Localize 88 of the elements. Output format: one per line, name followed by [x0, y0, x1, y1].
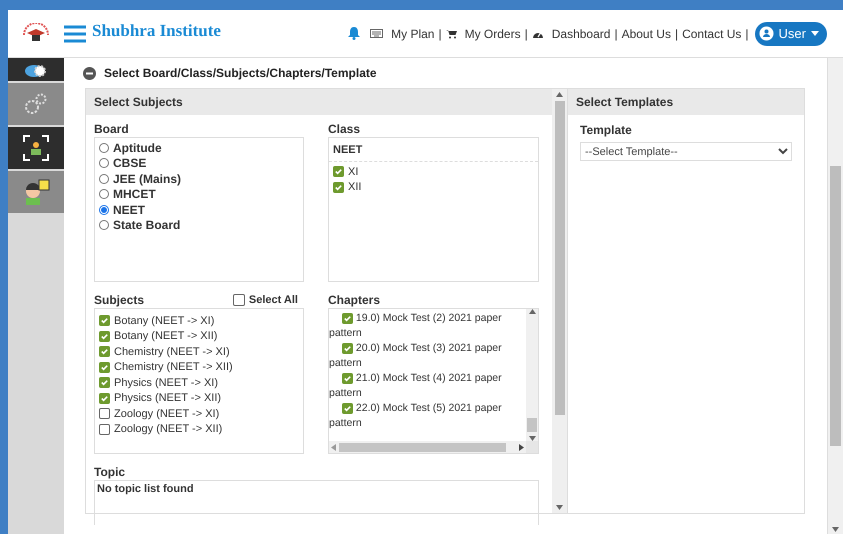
checkbox[interactable]: [342, 343, 353, 354]
topic-message: No topic list found: [94, 480, 539, 525]
subject-option[interactable]: Physics (NEET -> XII): [99, 390, 299, 406]
subject-option[interactable]: Zoology (NEET -> XI): [99, 406, 299, 422]
collapse-icon[interactable]: [83, 66, 96, 80]
chapter-option[interactable]: 20.0) Mock Test (3) 2021 paper pattern: [329, 341, 522, 371]
nav-link[interactable]: Contact Us: [682, 26, 742, 40]
nav-separator: |: [614, 26, 618, 40]
scroll-right-icon[interactable]: [519, 444, 524, 450]
checkbox[interactable]: [99, 330, 110, 342]
subject-option[interactable]: Chemistry (NEET -> XI): [99, 344, 299, 360]
scroll-down-icon[interactable]: [832, 527, 839, 532]
scroll-down-icon[interactable]: [556, 505, 563, 510]
cart-icon: [446, 28, 457, 38]
field-label: Chapters: [328, 292, 382, 308]
chapter-option[interactable]: 22.0) Mock Test (5) 2021 paper pattern: [329, 401, 522, 431]
nav-link[interactable]: Dashboard: [552, 26, 610, 40]
subject-option[interactable]: Chemistry (NEET -> XII): [99, 360, 299, 375]
subject-option[interactable]: Botany (NEET -> XI): [99, 313, 299, 328]
checkbox[interactable]: [342, 313, 353, 324]
field-label: Board: [94, 121, 130, 137]
sidebar-item[interactable]: [8, 127, 64, 169]
checkbox[interactable]: [99, 392, 110, 404]
board-option[interactable]: JEE (Mains): [99, 171, 299, 186]
chapter-option[interactable]: 19.0) Mock Test (2) 2021 paper pattern: [329, 311, 522, 341]
nav-separator: |: [745, 26, 749, 40]
nav-link[interactable]: About Us: [622, 26, 671, 40]
radio-button[interactable]: [99, 142, 109, 153]
nav-separator: |: [524, 26, 528, 40]
board-option[interactable]: MHCET: [99, 186, 299, 202]
gears-icon: [23, 92, 49, 116]
radio-button[interactable]: [99, 189, 109, 200]
checkbox[interactable]: [232, 294, 245, 306]
checkbox[interactable]: [99, 377, 110, 388]
section-title: Select Board/Class/Subjects/Chapters/Template: [104, 66, 377, 80]
checkbox[interactable]: [333, 166, 344, 178]
bell-icon[interactable]: [348, 27, 360, 40]
scrollbar-thumb[interactable]: [527, 418, 537, 432]
scroll-up-icon[interactable]: [556, 92, 563, 97]
radio-button[interactable]: [99, 220, 109, 230]
field-label: Subjects: [94, 293, 144, 307]
sidebar-item[interactable]: [8, 171, 64, 213]
user-menu-button[interactable]: User: [754, 22, 827, 46]
radio-button[interactable]: [99, 158, 109, 168]
field-label: Template: [580, 122, 633, 138]
brand-name: Shubhra Institute: [92, 20, 221, 40]
class-option[interactable]: XII: [333, 180, 534, 195]
page-scrollbar-thumb[interactable]: [830, 166, 841, 446]
scroll-up-icon[interactable]: [528, 309, 536, 314]
board-option[interactable]: NEET: [99, 202, 299, 218]
class-option[interactable]: XI: [333, 164, 534, 180]
field-label: Class: [328, 121, 362, 137]
caret-icon: [811, 31, 819, 36]
nav-link[interactable]: My Plan: [391, 26, 434, 40]
checkbox[interactable]: [333, 182, 344, 193]
checkbox[interactable]: [99, 408, 110, 420]
checkbox[interactable]: [342, 403, 353, 414]
subject-option[interactable]: Botany (NEET -> XII): [99, 328, 299, 344]
checkbox[interactable]: [99, 424, 110, 435]
menu-icon[interactable]: [64, 24, 86, 42]
sidebar-item[interactable]: [8, 58, 64, 81]
keyboard-icon: [370, 29, 384, 38]
subject-option[interactable]: Zoology (NEET -> XII): [99, 422, 299, 437]
panel-header: Select Subjects: [86, 89, 552, 115]
user-icon: [758, 26, 774, 41]
checkbox[interactable]: [99, 362, 110, 373]
nav-separator: |: [438, 26, 442, 40]
radio-button[interactable]: [99, 204, 109, 215]
template-select[interactable]: --Select Template--: [580, 142, 792, 161]
scrollbar-thumb[interactable]: [339, 442, 506, 452]
panel-header: Select Templates: [568, 89, 804, 115]
board-option[interactable]: State Board: [99, 218, 299, 233]
field-label: Topic: [94, 464, 126, 480]
chapter-option[interactable]: 21.0) Mock Test (4) 2021 paper pattern: [329, 371, 522, 401]
select-all-checkbox[interactable]: Select All: [232, 292, 298, 308]
scrollbar-thumb[interactable]: [554, 101, 564, 415]
radio-button[interactable]: [99, 174, 109, 184]
scroll-left-icon[interactable]: [331, 444, 336, 450]
checkbox[interactable]: [342, 373, 353, 384]
group-heading: NEET: [329, 140, 538, 162]
checkbox[interactable]: [99, 346, 110, 358]
nav-separator: |: [674, 26, 678, 40]
board-option[interactable]: CBSE: [99, 156, 299, 171]
board-option[interactable]: Aptitude: [99, 140, 299, 156]
subject-option[interactable]: Physics (NEET -> XI): [99, 375, 299, 390]
nav-link[interactable]: My Orders: [464, 26, 521, 40]
checkbox[interactable]: [99, 315, 110, 326]
scan-person-icon: [23, 135, 49, 161]
